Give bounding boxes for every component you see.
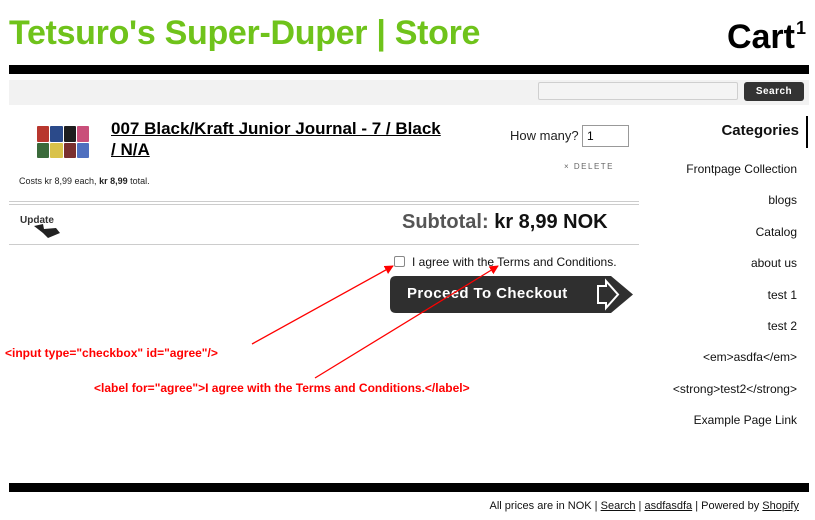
cart-count: 1 [795,18,806,38]
sidebar-item-catalog[interactable]: Catalog [756,225,797,239]
search-input[interactable] [538,82,738,100]
footer: All prices are in NOK | Search | asdfasd… [490,500,799,512]
sidebar-item-strong-test2[interactable]: <strong>test2</strong> [673,382,797,396]
sidebar-item-test-2[interactable]: test 2 [768,319,797,333]
update-arrow-icon[interactable] [34,224,60,238]
cost-total: kr 8,99 [99,176,128,186]
quantity-label: How many? [510,128,579,143]
agree-label[interactable]: I agree with the Terms and Conditions. [412,255,617,269]
cost-prefix: Costs kr 8,99 each, [19,176,97,186]
footer-divider [9,483,809,492]
product-thumbnail[interactable] [37,126,89,158]
annotation-label-code: <label for="agree">I agree with the Term… [94,381,470,395]
footer-search-link[interactable]: Search [601,500,636,512]
checkout-label[interactable]: Proceed To Checkout [407,285,568,302]
search-button[interactable]: Search [744,82,804,101]
sidebar-item-about-us[interactable]: about us [751,256,797,270]
agree-checkbox[interactable] [394,256,405,267]
footer-powered: | Powered by [695,500,760,512]
annotation-arrows [251,265,499,379]
footer-custom-link[interactable]: asdfasdfa [644,500,692,512]
header-divider [9,65,809,74]
subtotal: Subtotal: kr 8,99 NOK [402,211,608,234]
delete-item-link[interactable]: × DELETE [564,162,614,171]
sidebar-item-test-1[interactable]: test 1 [768,288,797,302]
divider [9,201,639,202]
subtotal-value: kr 8,99 NOK [494,211,608,233]
sidebar-item-example-page-link[interactable]: Example Page Link [694,413,797,427]
cost-suffix: total. [130,176,150,186]
annotation-checkbox-code: <input type="checkbox" id="agree"/> [5,346,218,360]
product-title-link[interactable]: 007 Black/Kraft Junior Journal - 7 / Bla… [111,118,441,160]
item-cost-text: Costs kr 8,99 each, kr 8,99 total. [19,176,150,186]
sidebar-item-frontpage-collection[interactable]: Frontpage Collection [686,162,797,176]
footer-separator: | [638,500,642,512]
sidebar-item-blogs[interactable]: blogs [768,193,797,207]
quantity-input[interactable] [582,125,629,147]
store-title[interactable]: Tetsuro's Super-Duper | Store [9,14,480,53]
divider [9,244,639,245]
footer-prefix: All prices are in NOK | [489,500,598,512]
divider [9,204,639,205]
sidebar-item-em-asdfa[interactable]: <em>asdfa</em> [703,350,797,364]
categories-title: Categories [721,122,799,139]
footer-shopify-link[interactable]: Shopify [762,500,799,512]
cart-label: Cart [726,18,795,56]
subtotal-label: Subtotal: [402,211,489,233]
cart-link[interactable]: Cart1 [727,18,806,57]
categories-rule [806,116,808,148]
